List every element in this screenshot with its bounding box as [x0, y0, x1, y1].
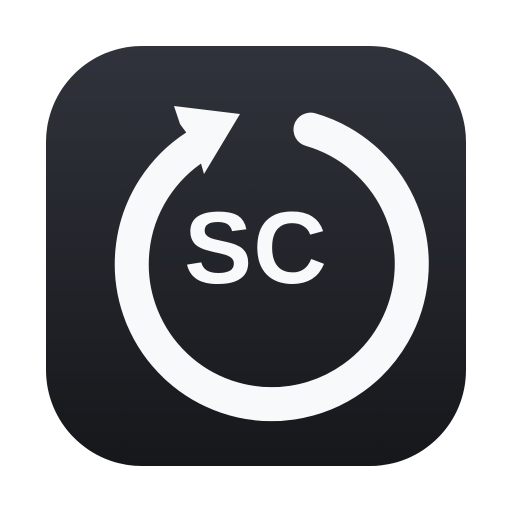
app-icon-canvas: SC — [0, 0, 512, 512]
app-icon: SC — [46, 46, 466, 466]
app-monogram: SC — [184, 191, 328, 305]
